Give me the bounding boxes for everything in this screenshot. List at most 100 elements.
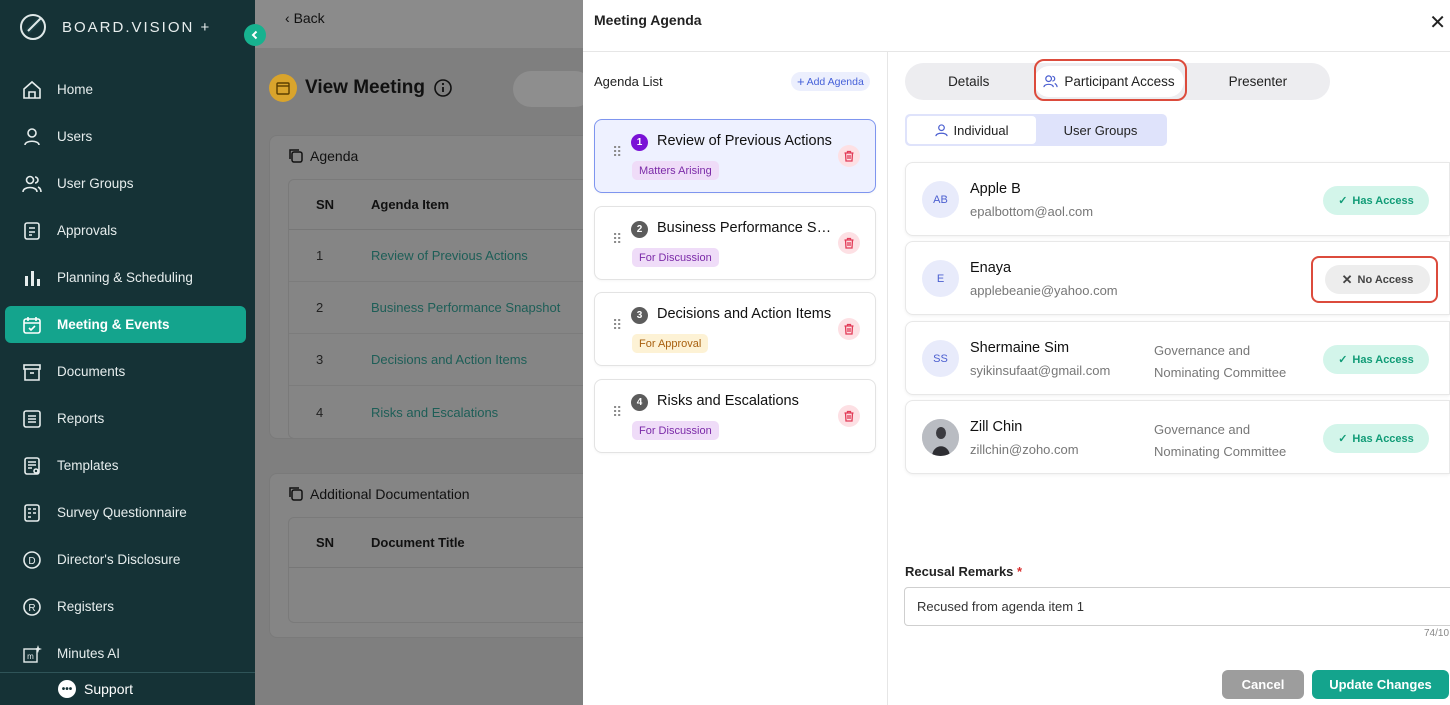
- table-row[interactable]: 4 Risks and Escalations: [289, 386, 597, 438]
- delete-button[interactable]: [838, 232, 860, 254]
- access-toggle[interactable]: ✓ Has Access: [1323, 345, 1429, 374]
- drag-handle-icon[interactable]: ⠿: [612, 405, 623, 419]
- tab-presenter[interactable]: Presenter: [1186, 63, 1330, 100]
- sidebar-item-registers[interactable]: R Registers: [5, 588, 246, 625]
- delete-button[interactable]: [838, 318, 860, 340]
- support-link[interactable]: ••• Support: [0, 672, 255, 705]
- sidebar-item-label: Meeting & Events: [57, 317, 170, 332]
- agenda-tag: For Discussion: [632, 248, 719, 267]
- agenda-card-title-text: Agenda: [310, 148, 359, 164]
- drag-handle-icon[interactable]: ⠿: [612, 145, 623, 159]
- participant-group: Governance and Nominating Committee: [1154, 422, 1287, 459]
- sidebar-item-home[interactable]: Home: [5, 71, 246, 108]
- row-item-link[interactable]: Review of Previous Actions: [359, 248, 597, 263]
- agenda-card: Agenda SN Agenda Item 1 Review of Previou…: [269, 135, 599, 439]
- agenda-item-card[interactable]: ⠿ 3 Decisions and Action Items For Appro…: [594, 292, 876, 366]
- collapse-sidebar-button[interactable]: [244, 24, 266, 46]
- table-row[interactable]: 3 Decisions and Action Items: [289, 334, 597, 386]
- header-pill: [513, 71, 593, 107]
- add-agenda-button[interactable]: + Add Agenda: [791, 72, 870, 91]
- sidebar-item-label: Reports: [57, 411, 105, 426]
- sidebar-item-meeting-events[interactable]: Meeting & Events: [5, 306, 246, 343]
- individual-toggle[interactable]: Individual: [907, 116, 1036, 144]
- bar-chart-icon: [21, 267, 43, 289]
- chevron-left-icon: [251, 30, 258, 40]
- update-changes-button[interactable]: Update Changes: [1312, 670, 1449, 699]
- tab-details[interactable]: Details: [905, 63, 1032, 100]
- sidebar-item-templates[interactable]: Templates: [5, 447, 246, 484]
- sidebar-item-planning[interactable]: Planning & Scheduling: [5, 259, 246, 296]
- table-row[interactable]: 1 Review of Previous Actions: [289, 230, 597, 282]
- table-row[interactable]: 2 Business Performance Snapshot: [289, 282, 597, 334]
- check-icon: ✓: [1338, 433, 1348, 445]
- user-groups-toggle[interactable]: User Groups: [1036, 116, 1165, 144]
- row-item-link[interactable]: Decisions and Action Items: [359, 352, 597, 367]
- sidebar-item-label: Minutes AI: [57, 646, 121, 661]
- back-link[interactable]: ‹ Back: [285, 10, 325, 26]
- participant-card: SS Shermaine Sim syikinsufaat@gmail.com …: [905, 321, 1450, 395]
- agenda-list-title: Agenda List: [594, 74, 663, 89]
- required-marker: *: [1017, 564, 1023, 579]
- participant-card: AB Apple B epalbottom@aol.com ✓ Has Acces…: [905, 162, 1450, 236]
- meeting-agenda-modal: Meeting Agenda ✕ Agenda List + Add Agend…: [583, 0, 1450, 705]
- agenda-title: Risks and Escalations: [657, 393, 799, 409]
- highlight-box: [1311, 256, 1438, 303]
- agenda-item-card[interactable]: ⠿ 2 Business Performance Snapshot For Di…: [594, 206, 876, 280]
- sidebar-item-label: Users: [57, 129, 93, 144]
- char-counter: 74/10: [1424, 628, 1450, 639]
- logo-icon: [20, 14, 46, 40]
- delete-button[interactable]: [838, 145, 860, 167]
- cancel-button[interactable]: Cancel: [1222, 670, 1304, 699]
- agenda-tag: Matters Arising: [632, 161, 719, 180]
- support-label: Support: [84, 681, 134, 697]
- header-document-title: Document Title: [371, 535, 465, 550]
- row-item-link[interactable]: Business Performance Snapshot: [359, 300, 597, 315]
- sidebar-item-label: Registers: [57, 599, 115, 614]
- sidebar-item-disclosure[interactable]: D Director's Disclosure: [5, 541, 246, 578]
- close-icon[interactable]: ✕: [1429, 10, 1446, 35]
- sidebar-item-label: User Groups: [57, 176, 134, 191]
- agenda-number: 3: [631, 307, 648, 324]
- check-icon: ✓: [1338, 195, 1348, 207]
- header-agenda-item: Agenda Item: [371, 197, 450, 212]
- avatar: SS: [922, 340, 959, 377]
- agenda-item-card[interactable]: ⠿ 1 Review of Previous Actions Matters A…: [594, 119, 876, 193]
- participant-email: epalbottom@aol.com: [970, 204, 1094, 219]
- sidebar-item-survey[interactable]: Survey Questionnaire: [5, 494, 246, 531]
- recusal-remarks-input[interactable]: [904, 587, 1450, 626]
- brand-name: BOARD.VISION +: [62, 18, 212, 36]
- sidebar-item-label: Templates: [57, 458, 119, 473]
- access-toggle[interactable]: ✓ Has Access: [1323, 186, 1429, 215]
- sidebar-item-user-groups[interactable]: User Groups: [5, 165, 246, 202]
- info-icon[interactable]: [433, 78, 453, 98]
- back-label: Back: [293, 10, 325, 26]
- row-item-link[interactable]: Risks and Escalations: [359, 405, 597, 420]
- recusal-label-text: Recusal Remarks: [905, 564, 1014, 579]
- drag-handle-icon[interactable]: ⠿: [612, 232, 623, 246]
- d-circle-icon: D: [21, 549, 43, 571]
- check-icon: ✓: [1338, 354, 1348, 366]
- agenda-title: Review of Previous Actions: [657, 133, 832, 149]
- sidebar-item-users[interactable]: Users: [5, 118, 246, 155]
- agenda-item-card[interactable]: ⠿ 4 Risks and Escalations For Discussion: [594, 379, 876, 453]
- access-label: Has Access: [1352, 432, 1414, 445]
- table-header: SN Document Title: [289, 518, 597, 568]
- background-page: ‹ Back View Meeting Agenda SN Agenda Ite…: [255, 0, 599, 705]
- row-sn: 3: [316, 352, 324, 367]
- table-header: SN Agenda Item: [289, 180, 597, 230]
- brand[interactable]: BOARD.VISION +: [18, 12, 211, 42]
- sidebar-item-documents[interactable]: Documents: [5, 353, 246, 390]
- drag-handle-icon[interactable]: ⠿: [612, 318, 623, 332]
- access-toggle[interactable]: ✓ Has Access: [1323, 424, 1429, 453]
- header-sn: SN: [316, 535, 335, 550]
- sidebar-item-reports[interactable]: Reports: [5, 400, 246, 437]
- row-sn: 2: [316, 300, 324, 315]
- user-icon: [934, 123, 948, 136]
- delete-button[interactable]: [838, 405, 860, 427]
- sidebar-item-approvals[interactable]: Approvals: [5, 212, 246, 249]
- access-label: Has Access: [1352, 353, 1414, 366]
- participant-name: Zill Chin: [970, 419, 1023, 435]
- trash-icon: [844, 237, 854, 249]
- plus-icon: +: [797, 74, 805, 89]
- sidebar-item-minutes-ai[interactable]: m Minutes AI: [5, 635, 246, 672]
